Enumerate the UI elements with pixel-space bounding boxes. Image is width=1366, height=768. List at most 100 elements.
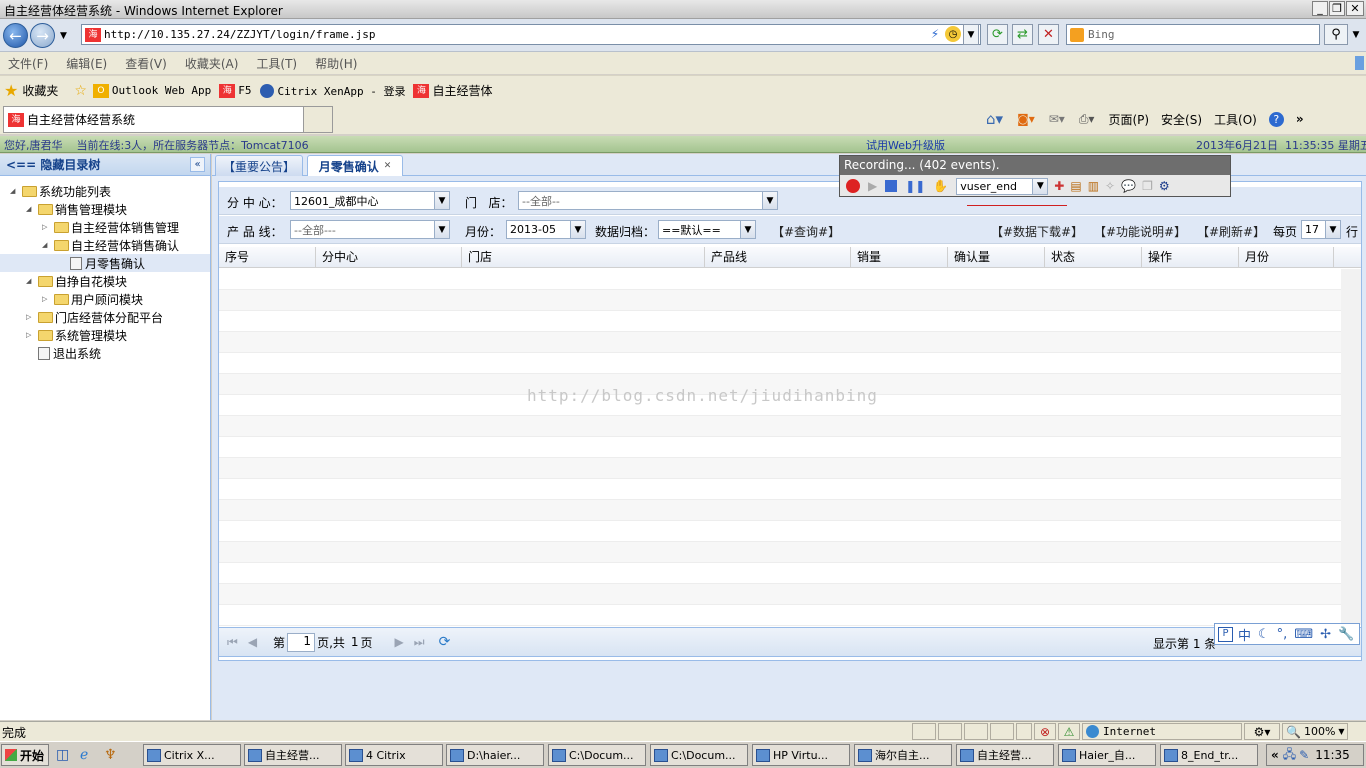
collapse-arrow-icon[interactable]: ◢ bbox=[26, 277, 36, 285]
col-month[interactable]: 月份 bbox=[1239, 246, 1334, 268]
forward-arrow-icon[interactable]: → bbox=[30, 23, 55, 48]
tab-announcement[interactable]: 【重要公告】 bbox=[215, 155, 303, 176]
menu-favorites[interactable]: 收藏夹(A) bbox=[185, 55, 239, 72]
back-arrow-icon[interactable]: ← bbox=[3, 23, 28, 48]
table-row[interactable] bbox=[219, 500, 1341, 521]
keyboard-icon[interactable]: ⌨ bbox=[1294, 627, 1313, 642]
table-row[interactable] bbox=[219, 458, 1341, 479]
help-icon[interactable]: ? bbox=[1268, 111, 1284, 127]
taskbar-item[interactable]: HP Virtu... bbox=[752, 744, 850, 766]
add-favorite-icon[interactable]: ☆ bbox=[74, 83, 87, 99]
punctuation-icon[interactable]: °, bbox=[1277, 627, 1288, 642]
col-action[interactable]: 操作 bbox=[1142, 246, 1239, 268]
collapse-arrow-icon[interactable]: ◢ bbox=[10, 187, 20, 195]
rendezvous-icon[interactable]: ✧ bbox=[1105, 179, 1115, 193]
table-row[interactable] bbox=[219, 437, 1341, 458]
stop-icon[interactable]: ✕ bbox=[1038, 24, 1059, 45]
search-icon[interactable]: ⚲ bbox=[1324, 24, 1348, 45]
favorite-zzjy[interactable]: 自主经营体 bbox=[432, 82, 492, 99]
tree-node[interactable]: ◢ 系统功能列表 bbox=[0, 182, 210, 200]
taskbar-item[interactable]: Haier_自... bbox=[1058, 744, 1156, 766]
close-button[interactable]: ✕ bbox=[1346, 1, 1364, 16]
browser-tab-active[interactable]: 海 自主经营体经营系统 bbox=[3, 106, 333, 133]
favorite-citrix[interactable]: Citrix XenApp - 登录 bbox=[278, 83, 406, 99]
menu-tools[interactable]: 工具(T) bbox=[256, 55, 297, 72]
archive-select[interactable]: ==默认== ▼ bbox=[658, 220, 756, 239]
table-row[interactable] bbox=[219, 290, 1341, 311]
query-button[interactable]: 【#查询#】 bbox=[772, 223, 840, 240]
collapse-arrow-icon[interactable]: ◢ bbox=[42, 241, 52, 249]
table-row[interactable] bbox=[219, 563, 1341, 584]
home-icon[interactable]: ⌂▾ bbox=[986, 110, 1003, 128]
command-safety[interactable]: 安全(S) bbox=[1161, 111, 1202, 128]
hide-tree-button[interactable]: <== 隐藏目录树 bbox=[6, 156, 100, 173]
network-icon[interactable]: 🖧 bbox=[1283, 745, 1296, 766]
search-input[interactable]: Bing bbox=[1088, 28, 1115, 41]
protected-mode-icon[interactable]: ⚠ bbox=[1058, 723, 1080, 740]
security-report-icon[interactable]: ◷ bbox=[945, 26, 961, 42]
ime-logo-icon[interactable]: P bbox=[1218, 626, 1233, 642]
table-row[interactable] bbox=[219, 353, 1341, 374]
mail-icon[interactable]: ✉▾ bbox=[1049, 112, 1065, 126]
close-tab-icon[interactable]: ✕ bbox=[384, 161, 392, 171]
table-row[interactable] bbox=[219, 542, 1341, 563]
help-button[interactable]: 【#功能说明#】 bbox=[1094, 223, 1186, 240]
ime-mode[interactable]: 中 bbox=[1238, 625, 1251, 644]
col-store[interactable]: 门店 bbox=[462, 246, 705, 268]
wrench-icon[interactable]: 🔧 bbox=[1338, 627, 1354, 642]
favorite-outlook[interactable]: Outlook Web App bbox=[112, 84, 211, 97]
options-icon[interactable]: ⚙ bbox=[1159, 179, 1170, 193]
download-button[interactable]: 【#数据下载#】 bbox=[991, 223, 1083, 240]
table-row[interactable] bbox=[219, 311, 1341, 332]
taskbar-item[interactable]: Citrix X... bbox=[143, 744, 241, 766]
refresh-button[interactable]: 【#刷新#】 bbox=[1197, 223, 1265, 240]
tree-node[interactable]: 月零售确认 bbox=[0, 254, 210, 272]
tray-tool-icon[interactable]: ✎ bbox=[1299, 748, 1309, 762]
expand-arrow-icon[interactable]: ▷ bbox=[42, 295, 52, 303]
more-commands-icon[interactable]: » bbox=[1296, 112, 1304, 126]
table-row[interactable] bbox=[219, 416, 1341, 437]
last-page-icon[interactable]: ⏭ bbox=[414, 635, 425, 650]
first-page-icon[interactable]: ⏮ bbox=[227, 635, 238, 650]
page-input[interactable]: 1 bbox=[287, 632, 316, 652]
moon-icon[interactable]: ☾ bbox=[1258, 627, 1270, 642]
col-confirmed[interactable]: 确认量 bbox=[948, 246, 1045, 268]
taskbar-item[interactable]: 自主经营... bbox=[956, 744, 1054, 766]
tree-node[interactable]: ◢ 销售管理模块 bbox=[0, 200, 210, 218]
col-sales[interactable]: 销量 bbox=[851, 246, 948, 268]
security-zone[interactable]: Internet bbox=[1082, 723, 1242, 740]
reload-icon[interactable]: ⇄ bbox=[1012, 24, 1033, 45]
table-row[interactable] bbox=[219, 521, 1341, 542]
expand-arrow-icon[interactable]: ▷ bbox=[26, 313, 36, 321]
expand-arrow-icon[interactable]: ▷ bbox=[42, 223, 52, 231]
table-row[interactable] bbox=[219, 479, 1341, 500]
maximize-button[interactable]: ❐ bbox=[1329, 1, 1345, 16]
search-box[interactable]: Bing bbox=[1066, 24, 1320, 45]
popup-blocked-icon[interactable]: ⊗ bbox=[1034, 723, 1056, 740]
product-select[interactable]: --全部--- ▼ bbox=[290, 220, 450, 239]
transaction-icon[interactable]: ✚ bbox=[1054, 179, 1064, 193]
taskbar-item[interactable]: 自主经营... bbox=[244, 744, 342, 766]
taskbar-item[interactable]: D:\haier... bbox=[446, 744, 544, 766]
print-icon[interactable]: ⎙▾ bbox=[1079, 112, 1095, 127]
tree-node[interactable]: ▷ 用户顾问模块 bbox=[0, 290, 210, 308]
start-button[interactable]: 开始 bbox=[1, 744, 49, 766]
zoom-control[interactable]: 🔍 100% ▼ bbox=[1282, 723, 1348, 740]
taskbar-item[interactable]: 4 Citrix bbox=[345, 744, 443, 766]
play-icon[interactable]: ▶ bbox=[868, 179, 877, 193]
hand-icon[interactable]: ✋ bbox=[933, 179, 948, 193]
taskbar-item[interactable]: C:\Docum... bbox=[650, 744, 748, 766]
favorites-button[interactable]: 收藏夹 bbox=[22, 82, 58, 99]
menu-view[interactable]: 查看(V) bbox=[125, 55, 167, 72]
menu-help[interactable]: 帮助(H) bbox=[315, 55, 357, 72]
tab-monthly-retail[interactable]: 月零售确认 ✕ bbox=[307, 155, 403, 176]
start-transaction-icon[interactable]: ▤ bbox=[1070, 179, 1081, 193]
refresh-grid-icon[interactable]: ⟳ bbox=[439, 634, 451, 650]
table-row[interactable] bbox=[219, 269, 1341, 290]
col-status[interactable]: 状态 bbox=[1045, 246, 1142, 268]
tray-expand-icon[interactable]: « bbox=[1271, 748, 1279, 762]
col-seq[interactable]: 序号 bbox=[219, 246, 316, 268]
pause-icon[interactable]: ❚❚ bbox=[905, 179, 925, 193]
tree-node[interactable]: 退出系统 bbox=[0, 344, 210, 362]
tree-node[interactable]: ◢ 自主经营体销售确认 bbox=[0, 236, 210, 254]
